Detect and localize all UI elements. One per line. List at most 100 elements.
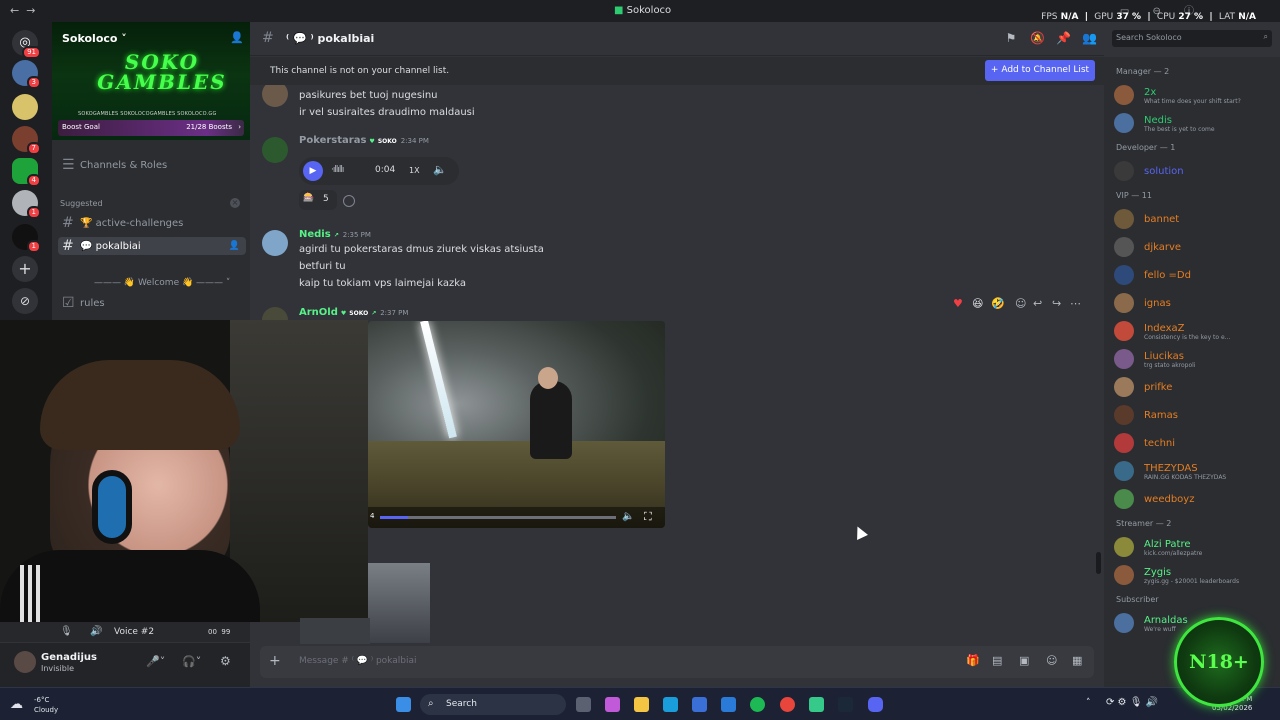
member-item[interactable]: djkarve bbox=[1114, 235, 1276, 259]
member-item[interactable]: Nedis The best is yet to come bbox=[1114, 111, 1276, 135]
pin-icon[interactable]: 📌 bbox=[1056, 31, 1071, 45]
message-author[interactable]: ArnOld ♥ SOKO ↗ 2:37 PM bbox=[299, 307, 408, 318]
message-author[interactable]: Nedis ↗ 2:35 PM bbox=[299, 229, 371, 240]
file-explorer-icon[interactable] bbox=[634, 697, 649, 712]
dm-home-icon[interactable]: ◎ 91 bbox=[12, 30, 41, 59]
notification-icon[interactable]: 🔕 bbox=[1030, 31, 1045, 45]
volume-icon[interactable]: 🔈 bbox=[622, 511, 634, 522]
start-icon[interactable] bbox=[396, 697, 411, 712]
invite-icon[interactable]: 👤 bbox=[230, 31, 244, 44]
laugh-reaction-icon[interactable]: 😆 bbox=[972, 297, 983, 310]
member-item[interactable]: techni bbox=[1114, 431, 1276, 455]
server-icon-sokoloco[interactable]: 4 bbox=[12, 158, 41, 187]
apps-icon[interactable]: ▦ bbox=[1072, 654, 1082, 667]
forward-icon[interactable]: ↪ bbox=[1052, 297, 1061, 310]
store-icon[interactable] bbox=[692, 697, 707, 712]
volume-icon[interactable]: 🔈 bbox=[433, 163, 447, 176]
outlook-icon[interactable] bbox=[721, 697, 736, 712]
gift-icon[interactable]: 🎁 bbox=[966, 654, 980, 667]
scrollbar-thumb[interactable] bbox=[1096, 552, 1101, 574]
edge-icon[interactable] bbox=[663, 697, 678, 712]
fullscreen-icon[interactable]: ⛶ bbox=[644, 510, 652, 524]
chrome-icon[interactable] bbox=[780, 697, 795, 712]
server-icon[interactable]: 3 bbox=[12, 60, 41, 89]
member-list-icon[interactable]: 👥 bbox=[1082, 31, 1097, 45]
search-input[interactable]: Search Sokoloco ⌕ bbox=[1112, 30, 1272, 47]
member-item[interactable]: 2x What time does your shift start? bbox=[1114, 83, 1276, 107]
steam-icon[interactable] bbox=[838, 697, 853, 712]
taskbar-search[interactable]: ⌕ Search bbox=[420, 694, 566, 715]
task-view-icon[interactable] bbox=[576, 697, 591, 712]
server-icon[interactable]: 1 bbox=[12, 224, 41, 253]
member-item[interactable]: Ramas bbox=[1114, 403, 1276, 427]
play-icon[interactable]: ▶ bbox=[303, 161, 323, 181]
member-item[interactable]: IndexaZ Consistency is the key to e... bbox=[1114, 319, 1276, 343]
video-scrubber[interactable] bbox=[380, 516, 616, 519]
upload-plus-icon[interactable]: + bbox=[269, 653, 281, 669]
add-member-icon[interactable]: 👤 bbox=[229, 241, 240, 251]
member-item[interactable]: weedboyz bbox=[1114, 487, 1276, 511]
tray-chevron-icon[interactable]: ˄ bbox=[1086, 698, 1091, 708]
headphones-icon[interactable]: 🎧˅ bbox=[182, 655, 201, 668]
emoji-icon[interactable]: ☺ bbox=[1046, 654, 1057, 667]
voice-channel-name[interactable]: Voice #2 bbox=[114, 627, 154, 637]
hash-icon: # bbox=[62, 238, 74, 254]
boost-goal-bar[interactable]: Boost Goal 21/28 Boosts › bbox=[58, 120, 244, 136]
microphone-icon[interactable]: 🎤˅ bbox=[146, 655, 165, 668]
member-item[interactable]: Alzi Patre kick.com/allezpatre bbox=[1114, 535, 1276, 559]
add-server-icon[interactable]: + bbox=[12, 256, 38, 282]
server-banner[interactable]: Sokoloco ˅ 👤 SOKO GAMBLES SOKOGAMBLES SO… bbox=[52, 22, 250, 140]
app-icon[interactable] bbox=[809, 697, 824, 712]
reaction[interactable]: 🎰 5 bbox=[299, 190, 337, 210]
server-name[interactable]: Sokoloco ˅ bbox=[62, 32, 127, 45]
spotify-icon[interactable] bbox=[750, 697, 765, 712]
sticker-icon[interactable]: ▣ bbox=[1019, 654, 1029, 667]
message-composer[interactable]: + Message # ⁽ 💬 ⁾ pokalbiai 🎁 ▤ ▣ ☺ ▦ bbox=[260, 646, 1094, 678]
category-welcome[interactable]: ——— 👋 Welcome 👋 ——— ˅ bbox=[94, 278, 230, 288]
heart-reaction-icon[interactable]: ♥ bbox=[953, 297, 963, 310]
rofl-reaction-icon[interactable]: 🤣 bbox=[991, 297, 1005, 310]
avatar[interactable] bbox=[262, 137, 288, 163]
weather-widget[interactable]: -6°C Cloudy bbox=[34, 695, 58, 715]
add-reaction-icon[interactable] bbox=[343, 195, 355, 207]
image-attachment[interactable] bbox=[368, 563, 430, 643]
discover-icon[interactable]: ⊘ bbox=[12, 288, 38, 314]
member-item[interactable]: ignas bbox=[1114, 291, 1276, 315]
member-item[interactable]: fello =Dd bbox=[1114, 263, 1276, 287]
discord-icon[interactable] bbox=[868, 697, 883, 712]
copilot-icon[interactable] bbox=[605, 697, 620, 712]
server-icon[interactable]: 7 bbox=[12, 126, 41, 155]
channel-pokalbiai[interactable]: # 💬 pokalbiai 👤 bbox=[58, 237, 246, 255]
member-item[interactable]: solution bbox=[1114, 159, 1276, 183]
server-icon[interactable] bbox=[12, 94, 38, 120]
gif-icon[interactable]: ▤ bbox=[992, 654, 1002, 667]
avatar[interactable] bbox=[262, 230, 288, 256]
member-item[interactable]: THEZYDAS RAIN.GG KODAS THEZYDAS bbox=[1114, 459, 1276, 483]
add-reaction-icon[interactable]: ☺ bbox=[1015, 297, 1026, 310]
close-icon[interactable]: × bbox=[230, 198, 240, 208]
server-icon[interactable]: 1 bbox=[12, 190, 41, 219]
weather-cloud-icon[interactable]: ☁ bbox=[10, 697, 23, 712]
more-icon[interactable]: ⋯ bbox=[1070, 297, 1081, 310]
tray-icons[interactable]: ⟳ ⚙ 🎙 🔊 bbox=[1106, 697, 1158, 708]
channel-active-challenges[interactable]: # 🏆 active-challenges bbox=[58, 214, 246, 232]
member-item[interactable]: Liucikas trg stato akropoli bbox=[1114, 347, 1276, 371]
message-author[interactable]: Pokerstaras ♥ SOKO 2:34 PM bbox=[299, 135, 429, 146]
channels-roles[interactable]: ☰ Channels & Roles bbox=[58, 156, 246, 174]
message-input[interactable]: Message # ⁽ 💬 ⁾ pokalbiai bbox=[299, 656, 416, 666]
nav-arrows[interactable]: ← → bbox=[10, 4, 35, 17]
avatar[interactable] bbox=[14, 651, 36, 673]
mic-muted-icon[interactable]: 🎙 bbox=[60, 626, 73, 637]
threads-icon[interactable]: ⚑ bbox=[1004, 31, 1018, 45]
reply-icon[interactable]: ↩ bbox=[1033, 297, 1042, 310]
speed-button[interactable]: 1X bbox=[409, 166, 420, 175]
member-item[interactable]: bannet bbox=[1114, 207, 1276, 231]
settings-gear-icon[interactable]: ⚙ bbox=[220, 654, 231, 668]
avatar[interactable] bbox=[262, 85, 288, 107]
channel-rules[interactable]: ☑ rules bbox=[58, 294, 246, 312]
member-item[interactable]: prifke bbox=[1114, 375, 1276, 399]
add-channel-button[interactable]: + Add to Channel List bbox=[985, 60, 1095, 81]
speaker-icon[interactable]: 🔊 bbox=[90, 626, 102, 637]
video-attachment[interactable]: 4 🔈 ⛶ bbox=[368, 321, 665, 528]
member-item[interactable]: Zygis zygis.gg - $20001 leaderboards bbox=[1114, 563, 1276, 587]
